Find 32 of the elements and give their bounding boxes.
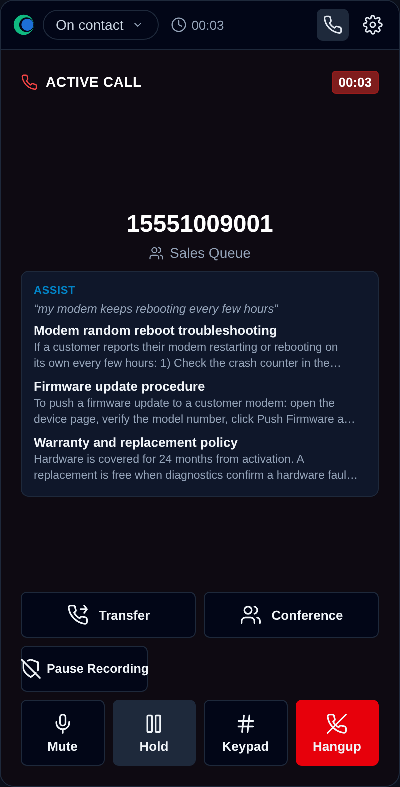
phone-icon xyxy=(323,15,343,35)
phone-button[interactable] xyxy=(317,9,349,41)
hold-button[interactable]: Hold xyxy=(112,700,196,766)
logo-icon xyxy=(13,14,35,36)
settings-icon xyxy=(363,15,383,35)
pause-recording-button[interactable]: Pause Recording xyxy=(21,646,148,692)
transfer-button[interactable]: Transfer xyxy=(21,592,196,638)
assist-query: “my modem keeps rebooting every few hours” xyxy=(34,302,280,316)
call-timer: 00:03 xyxy=(332,70,379,94)
assist-title: ASSIST xyxy=(34,285,77,297)
clock-icon xyxy=(170,17,187,33)
queue-name: Sales Queue xyxy=(170,245,251,261)
phone-icon xyxy=(21,74,38,90)
mute-button[interactable]: Mute xyxy=(21,700,104,766)
phone-off-icon xyxy=(326,712,348,734)
article-title[interactable]: Modem random reboot troubleshooting xyxy=(34,323,366,338)
article-snippet: To push a firmware update to a customer modem: open the device page, verify the model number, click Push Firmware a… xyxy=(34,397,356,428)
conference-button[interactable]: Conference xyxy=(204,592,379,638)
hangup-button[interactable]: Hangup xyxy=(296,700,379,766)
article-title[interactable]: Firmware update procedure xyxy=(34,379,366,394)
users-icon xyxy=(240,604,262,626)
phone-forward-icon xyxy=(66,604,89,626)
keypad-button[interactable]: Keypad xyxy=(204,700,288,766)
phone-number: 15551009001 xyxy=(126,211,274,239)
article-snippet: Hardware is covered for 24 months from activation. A replacement is free when diagnostics confirm a hardware faul… xyxy=(34,453,360,484)
call-status: ACTIVE CALL xyxy=(46,74,142,90)
elapsed-time: 00:03 xyxy=(192,18,224,32)
status-dropdown[interactable]: On contact xyxy=(43,10,159,40)
shield-off-icon xyxy=(20,658,42,680)
users-icon xyxy=(149,246,164,260)
article-snippet: If a customer reports their modem restarting or rebooting on its own every few hours: 1) Check the crash counter in the… xyxy=(34,341,342,372)
article-title[interactable]: Warranty and replacement policy xyxy=(34,435,366,450)
